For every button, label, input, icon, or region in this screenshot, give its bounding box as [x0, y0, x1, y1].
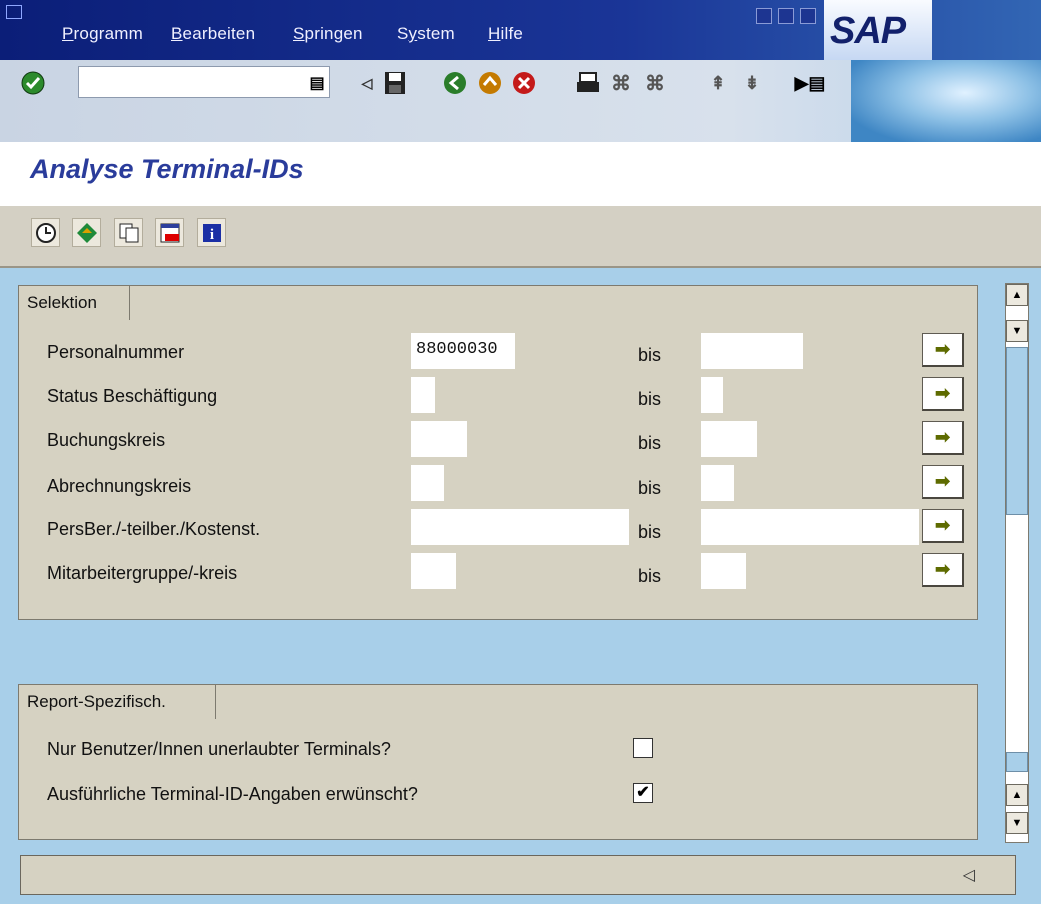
multiple-selection-button[interactable]: ➡: [922, 421, 964, 455]
get-variant-icon[interactable]: [72, 218, 101, 247]
multiple-selection-button[interactable]: ➡: [922, 377, 964, 411]
cancel-icon[interactable]: [509, 68, 539, 98]
print-icon[interactable]: [573, 68, 603, 98]
bis-label: bis: [638, 345, 662, 365]
multiple-selection-button[interactable]: ➡: [922, 465, 964, 499]
personalnummer-from-input[interactable]: 88000030: [411, 333, 515, 369]
multiple-selection-button[interactable]: ➡: [922, 553, 964, 587]
find-icon[interactable]: ⌘: [606, 68, 636, 98]
label-persber: PersBer./-teilber./Kostenst.: [47, 519, 261, 539]
sap-logo: SAP: [824, 0, 1041, 60]
command-field[interactable]: [78, 66, 330, 98]
system-menu-icon[interactable]: [6, 5, 22, 19]
selection-group-title: Selektion: [27, 293, 97, 312]
scrollbar-lower-track: [1006, 752, 1028, 772]
mitarbeitergruppe-to-input[interactable]: [701, 553, 746, 589]
scrollbar-thumb[interactable]: [1006, 347, 1028, 515]
menu-bearbeiten[interactable]: Bearbeiten: [171, 24, 255, 44]
option-unerlaubte-terminals-checkbox[interactable]: [633, 738, 653, 758]
info-icon[interactable]: i: [197, 218, 226, 247]
persber-to-input[interactable]: [701, 509, 919, 545]
application-toolbar: i: [0, 206, 1041, 268]
label-mitarbeitergruppe: Mitarbeitergruppe/-kreis: [47, 563, 238, 583]
report-group: Report-Spezifisch.: [18, 684, 978, 840]
status-expand-icon[interactable]: ◁: [963, 865, 975, 885]
scroll-down-small-icon[interactable]: ▼: [1006, 812, 1028, 834]
sap-logo-text: SAP: [830, 10, 906, 52]
copy-icon[interactable]: [114, 218, 143, 247]
buchungskreis-to-input[interactable]: [701, 421, 757, 457]
scroll-down-icon[interactable]: ▼: [1006, 320, 1028, 342]
menu-springen[interactable]: Springen: [293, 24, 363, 44]
enter-icon[interactable]: [18, 68, 48, 98]
delete-icon[interactable]: [155, 218, 184, 247]
status-to-input[interactable]: [701, 377, 723, 413]
menu-programm[interactable]: Programm: [62, 24, 143, 44]
bis-label: bis: [638, 522, 662, 542]
standard-toolbar: ▤ ◁ ⌘ ⌘ ⇞ ⇟ ▶▤: [0, 60, 1041, 142]
maximize-icon[interactable]: [778, 8, 794, 24]
bis-label: bis: [638, 566, 662, 586]
last-page-icon[interactable]: ⇟: [737, 68, 767, 98]
label-personalnummer: Personalnummer: [47, 342, 185, 362]
bis-label: bis: [638, 433, 662, 453]
buchungskreis-from-input[interactable]: [411, 421, 467, 457]
status-from-input[interactable]: [411, 377, 435, 413]
personalnummer-to-input[interactable]: [701, 333, 803, 369]
create-session-icon[interactable]: ▶▤: [795, 68, 826, 98]
close-icon[interactable]: [800, 8, 816, 24]
multiple-selection-button[interactable]: ➡: [922, 509, 964, 543]
scroll-up-icon[interactable]: ▲: [1006, 284, 1028, 306]
find-next-icon[interactable]: ⌘: [640, 68, 670, 98]
report-group-title: Report-Spezifisch.: [27, 692, 166, 711]
bis-label: bis: [638, 389, 662, 409]
first-page-icon[interactable]: ⇞: [703, 68, 733, 98]
bis-label: bis: [638, 478, 662, 498]
option-ausfuehrliche-angaben-checkbox[interactable]: ✔: [633, 783, 653, 803]
multiple-selection-button[interactable]: ➡: [922, 333, 964, 367]
status-bar: ◁: [20, 855, 1016, 895]
persber-from-input[interactable]: [411, 509, 629, 545]
scroll-up-small-icon[interactable]: ▲: [1006, 784, 1028, 806]
command-history-icon[interactable]: ▤: [302, 68, 332, 98]
menu-bar: Programm Bearbeiten Springen System Hilf…: [0, 0, 1041, 60]
toolbar-decoration: [851, 60, 1041, 142]
menu-hilfe[interactable]: Hilfe: [488, 24, 523, 44]
minimize-icon[interactable]: [756, 8, 772, 24]
abrechnungskreis-from-input[interactable]: [411, 465, 444, 501]
exit-icon[interactable]: [475, 68, 505, 98]
menu-system[interactable]: System: [397, 24, 455, 44]
save-icon[interactable]: [380, 68, 410, 98]
mitarbeitergruppe-from-input[interactable]: [411, 553, 456, 589]
label-status-beschaeftigung: Status Beschäftigung: [47, 386, 218, 406]
option-unerlaubte-terminals-label: Nur Benutzer/Innen unerlaubter Terminals…: [47, 739, 391, 759]
back-icon[interactable]: [440, 68, 470, 98]
svg-text:i: i: [209, 227, 213, 243]
abrechnungskreis-to-input[interactable]: [701, 465, 734, 501]
back-arrow-icon[interactable]: ◁: [352, 68, 382, 98]
page-title: Analyse Terminal-IDs: [30, 154, 304, 184]
execute-icon[interactable]: [31, 218, 60, 247]
label-buchungskreis: Buchungskreis: [47, 430, 166, 450]
label-abrechnungskreis: Abrechnungskreis: [47, 476, 192, 496]
option-ausfuehrliche-angaben-label: Ausführliche Terminal-ID-Angaben erwünsc…: [47, 784, 418, 804]
